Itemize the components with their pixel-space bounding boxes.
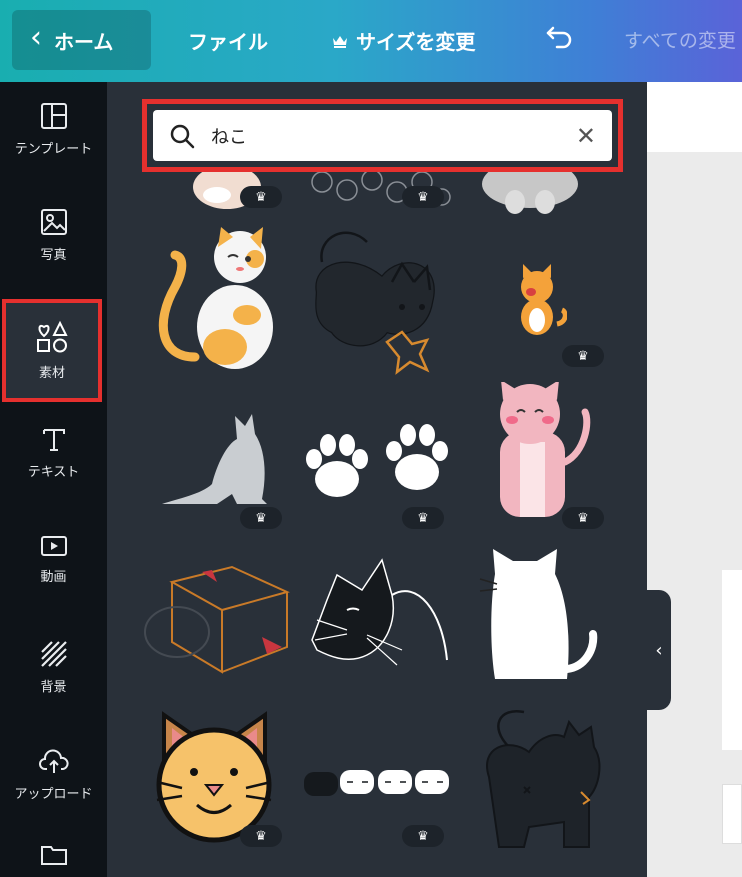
template-icon bbox=[40, 103, 67, 129]
home-label: ホーム bbox=[54, 29, 114, 54]
element-thumb-cat-pink-standing[interactable] bbox=[485, 380, 595, 522]
element-thumb-cat-black-profile[interactable] bbox=[307, 550, 452, 690]
elements-panel: ♛ ♛ ♛ ♛ ♛ ♛ ♛ ♛ ねこ ✕ bbox=[107, 82, 647, 877]
rail-label: テンプレート bbox=[14, 142, 93, 157]
rail-item-elements[interactable]: 素材 bbox=[2, 299, 102, 402]
premium-crown-badge: ♛ bbox=[402, 186, 444, 208]
rail-label: 背景 bbox=[40, 680, 67, 695]
element-thumb-cat-orange-small[interactable] bbox=[507, 262, 568, 337]
background-icon bbox=[40, 641, 67, 667]
cloud-upload-icon bbox=[38, 749, 69, 773]
premium-crown-badge: ♛ bbox=[240, 825, 282, 847]
rail-label: 写真 bbox=[40, 248, 67, 263]
rail-item-photos[interactable]: 写真 bbox=[0, 188, 107, 283]
premium-crown-badge: ♛ bbox=[402, 825, 444, 847]
rail-item-uploads[interactable]: アップロード bbox=[0, 728, 107, 823]
element-thumb-cat-calico-sitting[interactable] bbox=[155, 227, 280, 387]
element-thumb-paw-prints[interactable] bbox=[302, 417, 452, 507]
rail-label: テキスト bbox=[27, 465, 80, 480]
chevron-left-icon: ‹ bbox=[655, 639, 663, 661]
photo-icon bbox=[40, 209, 67, 235]
search-query: ねこ bbox=[211, 126, 247, 148]
canvas-area bbox=[647, 82, 742, 877]
add-page[interactable] bbox=[722, 784, 742, 844]
element-thumb-cat-grey-silhouette[interactable] bbox=[157, 404, 277, 514]
rail-item-templates[interactable]: テンプレート bbox=[0, 82, 107, 177]
resize-label: サイズを変更 bbox=[356, 30, 476, 54]
element-thumb-cat-white-back[interactable] bbox=[475, 549, 600, 689]
collapse-panel-button[interactable]: ‹ bbox=[647, 590, 671, 710]
rail-item-text[interactable]: テキスト bbox=[0, 405, 107, 500]
element-thumb-cat-faces-row[interactable] bbox=[302, 760, 452, 800]
rail-label: アップロード bbox=[14, 787, 93, 802]
shapes-icon bbox=[37, 320, 68, 353]
side-rail: テンプレート 写真 素材 テキスト 動画 背景 アップロード bbox=[0, 82, 107, 877]
premium-crown-badge: ♛ bbox=[402, 507, 444, 529]
rail-label: 動画 bbox=[40, 570, 67, 585]
save-status: すべての変更 bbox=[624, 30, 736, 52]
element-thumb-cat-line-back[interactable] bbox=[469, 707, 609, 857]
search-input[interactable]: ねこ ✕ bbox=[153, 110, 612, 161]
design-page[interactable] bbox=[722, 570, 742, 750]
top-bar: ‹ ホーム ファイル サイズを変更 すべての変更 bbox=[0, 0, 742, 82]
search-icon bbox=[170, 124, 195, 148]
element-thumb-cat-in-box[interactable] bbox=[142, 562, 292, 682]
undo-icon bbox=[546, 26, 572, 49]
premium-crown-badge: ♛ bbox=[240, 186, 282, 208]
text-icon bbox=[42, 429, 65, 451]
folder-icon bbox=[40, 846, 67, 865]
video-icon bbox=[40, 536, 67, 556]
crown-icon bbox=[333, 35, 347, 48]
rail-label: 素材 bbox=[38, 366, 65, 381]
premium-crown-badge: ♛ bbox=[562, 345, 604, 367]
file-menu[interactable]: ファイル bbox=[188, 26, 268, 55]
clear-search-icon[interactable]: ✕ bbox=[576, 122, 596, 150]
home-button[interactable]: ‹ ホーム bbox=[12, 10, 151, 70]
rail-item-background[interactable]: 背景 bbox=[0, 620, 107, 715]
search-highlight: ねこ ✕ bbox=[142, 99, 623, 172]
resize-button[interactable]: サイズを変更 bbox=[332, 26, 475, 55]
premium-crown-badge: ♛ bbox=[562, 507, 604, 529]
element-thumb-cat-line-playing[interactable] bbox=[302, 222, 447, 392]
undo-button[interactable] bbox=[545, 24, 575, 55]
premium-crown-badge: ♛ bbox=[240, 507, 282, 529]
rail-item-video[interactable]: 動画 bbox=[0, 512, 107, 607]
rail-item-folder[interactable] bbox=[0, 842, 107, 877]
toolbar-strip bbox=[647, 82, 742, 152]
chevron-left-icon: ‹ bbox=[30, 20, 42, 55]
